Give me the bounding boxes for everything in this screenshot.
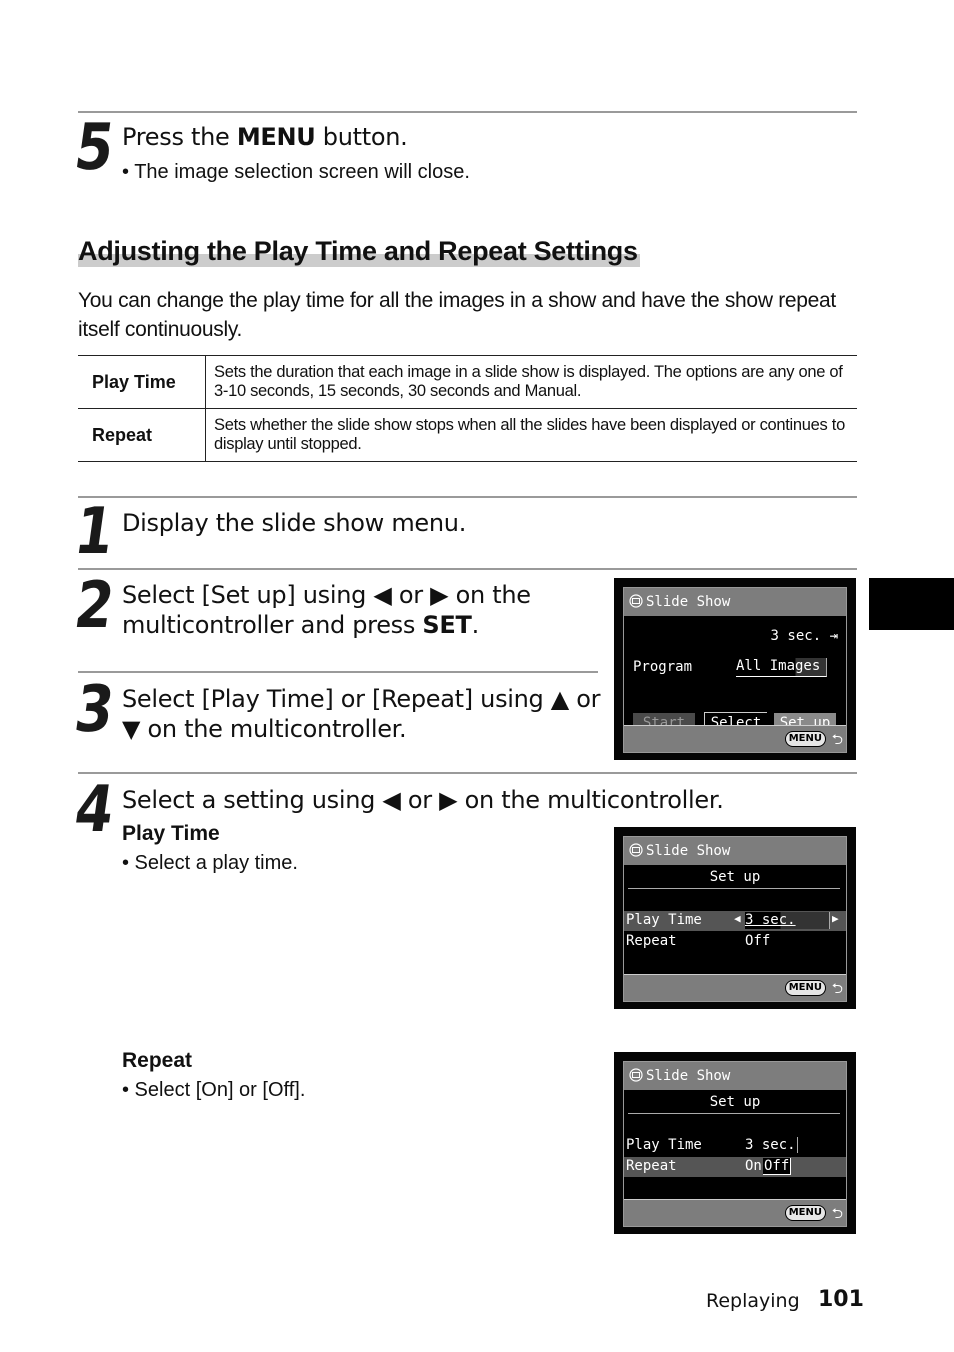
step-number: 1 <box>70 495 119 569</box>
screen-footer: MENU ⮌ <box>624 1199 846 1226</box>
play-time-value: 3 sec. ⇥ <box>771 628 838 644</box>
set-up-header: Set up <box>709 869 761 885</box>
play-time-value-text: 3 sec. <box>745 912 796 928</box>
step-number: 3 <box>70 673 119 747</box>
right-arrow-icon[interactable]: ▶ <box>832 912 839 925</box>
table-row: Play Time Sets the duration that each im… <box>78 355 857 409</box>
step-number: 2 <box>70 569 119 643</box>
time-text: 3 sec. <box>770 628 822 644</box>
camera-screen-slide-show-menu: Slide Show 3 sec. ⇥ Program All Images S… <box>614 578 856 760</box>
step-2-text: Select [Set up] using ◀ or ▶ on the mult… <box>122 580 531 640</box>
table-row: Repeat Sets whether the slide show stops… <box>78 408 857 462</box>
repeat-label[interactable]: Repeat <box>626 1158 677 1174</box>
setting-name: Repeat <box>78 408 206 462</box>
screen-title-bar: Slide Show <box>624 1062 846 1090</box>
program-label: Program <box>633 659 693 675</box>
step-number: 5 <box>70 111 119 185</box>
play-time-value: 3 sec. <box>745 1137 798 1153</box>
section-intro: You can change the play time for all the… <box>78 289 836 341</box>
camera-screen-play-time: Slide Show Set up Play Time ◀ 3 sec. ▶ R… <box>614 827 856 1009</box>
step-1-text: Display the slide show menu. <box>122 509 467 537</box>
repeat-label[interactable]: Repeat <box>626 933 677 949</box>
step-text: button. <box>315 123 408 151</box>
screen-display: Slide Show Set up Play Time ◀ 3 sec. ▶ R… <box>623 836 847 1002</box>
screen-footer: MENU ⮌ <box>624 725 846 752</box>
advance-icon: ⇥ <box>829 628 838 644</box>
repeat-bullet: • Select [On] or [Off]. <box>122 1079 306 1101</box>
play-time-label[interactable]: Play Time <box>626 912 702 928</box>
play-time-label[interactable]: Play Time <box>626 1137 702 1153</box>
setting-name: Play Time <box>78 355 206 409</box>
screen-title: Slide Show <box>646 1068 731 1084</box>
header-underline <box>628 1113 840 1114</box>
divider <box>78 772 857 774</box>
setting-description: Sets whether the slide show stops when a… <box>205 408 857 462</box>
screen-title-bar: Slide Show <box>624 588 846 616</box>
repeat-heading: Repeat <box>122 1049 193 1072</box>
back-icon: ⮌ <box>831 981 843 997</box>
step-text: multicontroller and press SET. <box>122 610 531 640</box>
divider <box>78 111 857 113</box>
play-time-value[interactable]: 3 sec. <box>745 912 830 929</box>
settings-table: Play Time Sets the duration that each im… <box>78 355 857 462</box>
step-text: multicontroller and press <box>122 611 423 639</box>
step-text: Press the <box>122 123 237 151</box>
divider <box>78 496 857 498</box>
screen-display: Slide Show 3 sec. ⇥ Program All Images S… <box>623 587 847 753</box>
step-3-text: Select [Play Time] or [Repeat] using ▲ o… <box>122 684 601 744</box>
back-icon: ⮌ <box>831 1206 843 1222</box>
slide-show-icon <box>629 1068 643 1082</box>
step-5-bullet: • The image selection screen will close. <box>122 161 470 183</box>
menu-button-icon: MENU <box>784 980 826 996</box>
slide-show-icon <box>629 594 643 608</box>
page-number: 101 <box>818 1287 864 1312</box>
program-value-text: All Images <box>736 658 821 674</box>
header-underline <box>628 888 840 889</box>
step-5-text: Press the MENU button. <box>122 122 408 152</box>
repeat-off-option[interactable]: Off <box>763 1158 792 1175</box>
slide-show-icon <box>629 843 643 857</box>
program-value: All Images <box>736 658 827 677</box>
footer-section-label: Replaying <box>706 1290 800 1312</box>
step-text: Select [Set up] using ◀ or ▶ on the <box>122 581 531 609</box>
screen-footer: MENU ⮌ <box>624 974 846 1001</box>
repeat-on-option[interactable]: On <box>745 1158 762 1174</box>
camera-screen-repeat: Slide Show Set up Play Time 3 sec. Repea… <box>614 1052 856 1234</box>
step-text: . <box>471 611 480 639</box>
set-up-header: Set up <box>709 1094 761 1110</box>
screen-title-bar: Slide Show <box>624 837 846 865</box>
step-text: ▼ on the multicontroller. <box>122 715 407 743</box>
section-title: Adjusting the Play Time and Repeat Setti… <box>78 236 640 267</box>
screen-title: Slide Show <box>646 594 731 610</box>
set-keyword: SET <box>422 611 472 639</box>
screen-title: Slide Show <box>646 843 731 859</box>
repeat-value: Off <box>745 933 771 949</box>
screen-display: Slide Show Set up Play Time 3 sec. Repea… <box>623 1061 847 1227</box>
menu-button-icon: MENU <box>784 1205 826 1221</box>
left-arrow-icon[interactable]: ◀ <box>734 912 741 925</box>
setting-description: Sets the duration that each image in a s… <box>205 355 857 409</box>
play-time-heading: Play Time <box>122 822 220 845</box>
step-number: 4 <box>70 773 119 847</box>
step-text: Select [Play Time] or [Repeat] using ▲ o… <box>122 685 601 713</box>
back-icon: ⮌ <box>831 732 843 748</box>
step-4-text: Select a setting using ◀ or ▶ on the mul… <box>122 786 724 814</box>
menu-keyword: MENU <box>236 123 316 151</box>
menu-button-icon: MENU <box>784 731 826 747</box>
divider <box>78 671 598 673</box>
play-time-bullet: • Select a play time. <box>122 852 298 874</box>
divider <box>78 568 857 570</box>
chapter-tab <box>869 578 954 630</box>
